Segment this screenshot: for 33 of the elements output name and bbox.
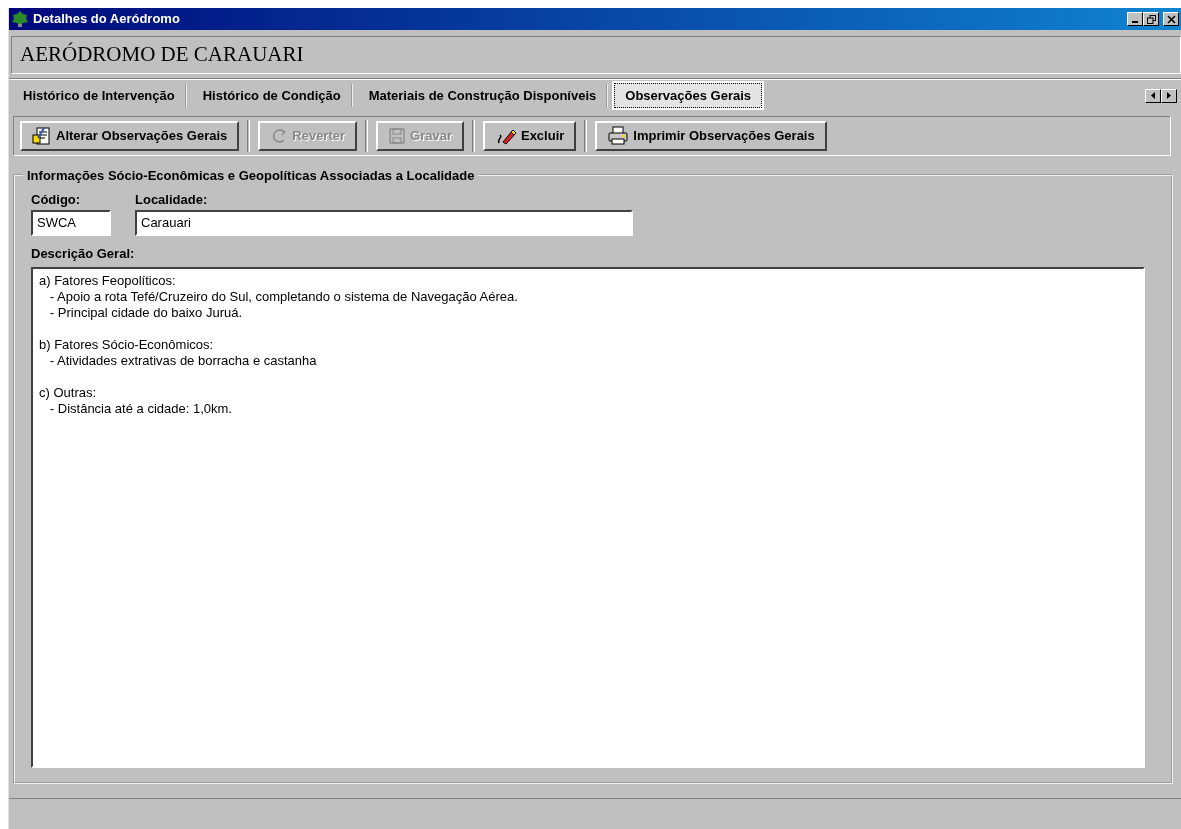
tab[interactable]: Observações Gerais (614, 82, 762, 109)
text-line: c) Outras: (39, 385, 97, 401)
close-icon (1166, 14, 1176, 24)
close-button[interactable] (1163, 12, 1179, 26)
field-label: Localidade: (135, 191, 209, 209)
tab[interactable]: Materiais de Construção Disponíveis (358, 83, 609, 108)
edit-document-icon (32, 126, 52, 146)
text-line: a) Fatores Feopolíticos: (39, 273, 176, 289)
tab[interactable]: Histórico de Condição (192, 83, 353, 108)
scroll-left-button[interactable] (1145, 88, 1161, 103)
restore-button[interactable] (1143, 12, 1159, 26)
locality-field[interactable]: Carauari (135, 209, 633, 236)
field-label: Código: (31, 191, 82, 209)
aerodrome-heading: AERÓDROMO DE CARAUARI (20, 41, 304, 69)
tab[interactable]: Histórico de Intervenção (13, 83, 187, 108)
text-line: - Atividades extrativas de borracha e castanha (48, 353, 317, 369)
toolbar-button[interactable]: Alterar Observações Gerais (20, 121, 240, 151)
toolbar-button[interactable]: Imprimir Observações Gerais (595, 121, 827, 151)
text-line: - Distância até a cidade: 1,0km. (48, 401, 232, 417)
window-title: Detalhes do Aeródromo (33, 10, 181, 29)
text-line: - Principal cidade do baixo Juruá. (48, 305, 243, 321)
field-label: Descrição Geral: (31, 244, 136, 263)
printer-icon (607, 126, 630, 146)
minimize-button[interactable] (1127, 12, 1143, 26)
left-arrow-icon (1150, 91, 1156, 100)
toolbar-button[interactable]: Excluir (482, 121, 577, 151)
scroll-right-button[interactable] (1161, 88, 1177, 103)
text-line: - Apoio a rota Tefé/Cruzeiro do Sul, completando o sistema de Navegação Aérea. (48, 289, 518, 305)
restore-icon (1146, 14, 1156, 24)
right-arrow-icon (1166, 91, 1172, 100)
code-field[interactable]: SWCA (31, 209, 111, 236)
text-line: b) Fatores Sócio-Econômicos: (39, 337, 214, 353)
tree-icon (11, 10, 29, 28)
